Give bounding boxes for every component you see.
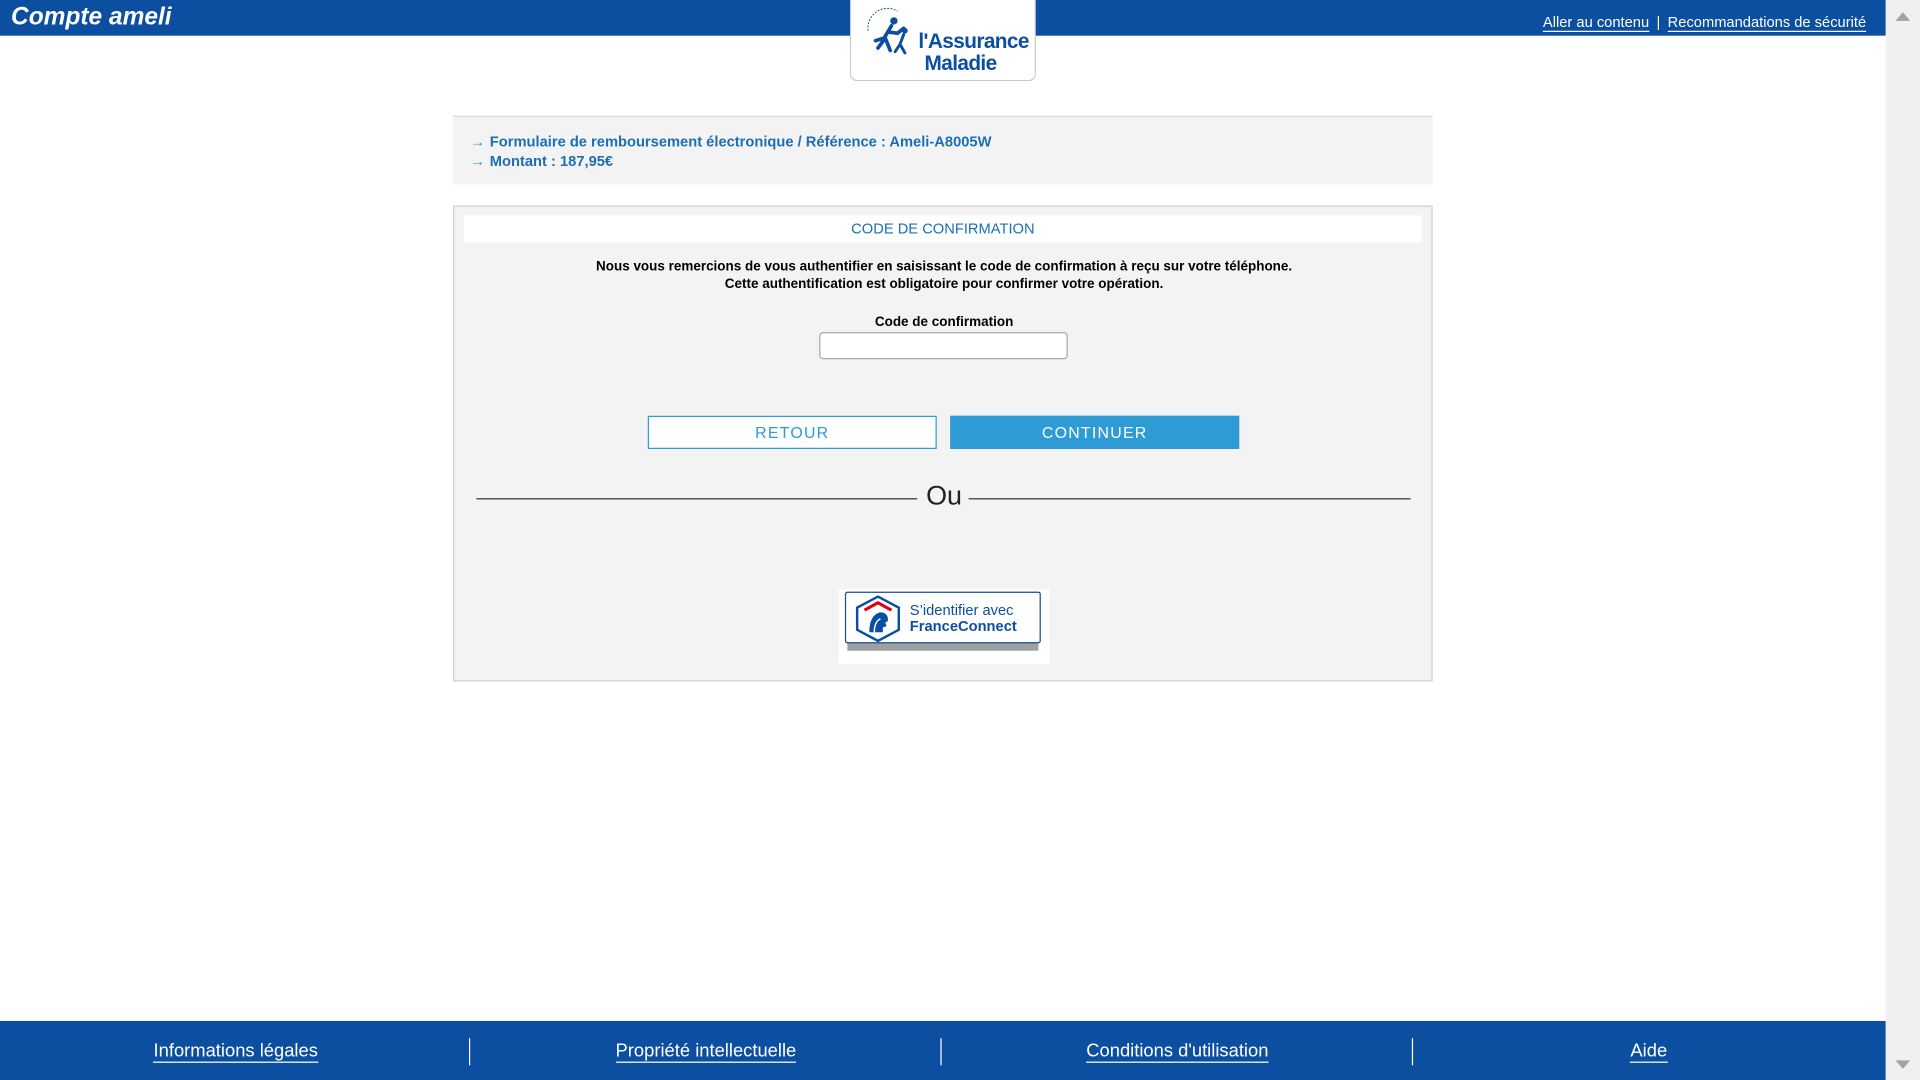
continue-button[interactable]: CONTINUER [950, 415, 1240, 449]
instruction-line-2: Cette authentification est obligatoire p… [724, 276, 1164, 292]
footer: Informations légales Propriété intellect… [0, 1020, 1886, 1080]
viewport: Compte ameli Aller au contenu | Recommanda… [0, 0, 1920, 1080]
divider-right [968, 498, 1411, 500]
or-separator: Ou [926, 479, 963, 511]
amount-text: Montant : 187,95€ [489, 152, 614, 170]
scroll-up-arrow-icon[interactable] [1895, 12, 1911, 21]
brand-title: Compte ameli [11, 3, 172, 31]
reference-text: Formulaire de remboursement électronique… [489, 132, 992, 151]
vertical-scrollbar[interactable] [1885, 0, 1920, 1080]
assurance-maladie-logo-icon [867, 7, 908, 55]
franceconnect-button[interactable]: S’identifier avec FranceConnect [844, 591, 1041, 644]
security-recommendations-link[interactable]: Recommandations de sécurité [1667, 13, 1867, 32]
amount-line: → Montant : 187,95€ [470, 153, 613, 170]
confirmation-card: CODE DE CONFIRMATION Nous vous remercion… [453, 205, 1433, 682]
reference-line: → Formulaire de remboursement électroniqu… [470, 133, 991, 150]
footer-link-terms[interactable]: Conditions d'utilisation [1086, 1040, 1269, 1063]
top-links-separator: | [1656, 13, 1661, 31]
back-button[interactable]: RETOUR [647, 415, 937, 449]
footer-item-legal[interactable]: Informations légales [0, 1040, 471, 1063]
arrow-right-icon: → [470, 132, 485, 151]
page: Compte ameli Aller au contenu | Recommanda… [0, 0, 1886, 1080]
card-title: CODE DE CONFIRMATION [464, 215, 1422, 243]
footer-link-intellectual-property[interactable]: Propriété intellectuelle [615, 1040, 796, 1063]
operation-info-panel: → Formulaire de remboursement électroniqu… [453, 115, 1433, 185]
code-field-label: Code de confirmation [874, 314, 1014, 330]
instruction-line-1: Nous vous remercions de vous authentifie… [596, 259, 1293, 275]
assurance-maladie-logo[interactable]: l'Assurance Maladie [849, 0, 1036, 82]
footer-link-help[interactable]: Aide [1630, 1040, 1668, 1063]
franceconnect-line2: FranceConnect [909, 617, 1017, 635]
logo-text-line1: l'Assurance [918, 29, 1029, 53]
franceconnect-line1: S’identifier avec [909, 601, 1014, 619]
arrow-right-icon: → [470, 152, 485, 170]
footer-item-help[interactable]: Aide [1413, 1040, 1884, 1063]
confirmation-code-input[interactable] [819, 332, 1068, 360]
footer-item-intellectual-property[interactable]: Propriété intellectuelle [470, 1040, 941, 1063]
logo-text-line2: Maladie [924, 51, 997, 76]
top-links: Aller au contenu | Recommandations de sécu… [1542, 13, 1867, 32]
skip-to-content-link[interactable]: Aller au contenu [1542, 13, 1650, 32]
footer-item-terms[interactable]: Conditions d'utilisation [942, 1040, 1413, 1063]
franceconnect-wrapper: S’identifier avec FranceConnect [838, 589, 1050, 665]
footer-link-legal[interactable]: Informations légales [153, 1040, 318, 1063]
franceconnect-logo-icon [855, 595, 901, 643]
scroll-down-arrow-icon[interactable] [1895, 1060, 1911, 1069]
